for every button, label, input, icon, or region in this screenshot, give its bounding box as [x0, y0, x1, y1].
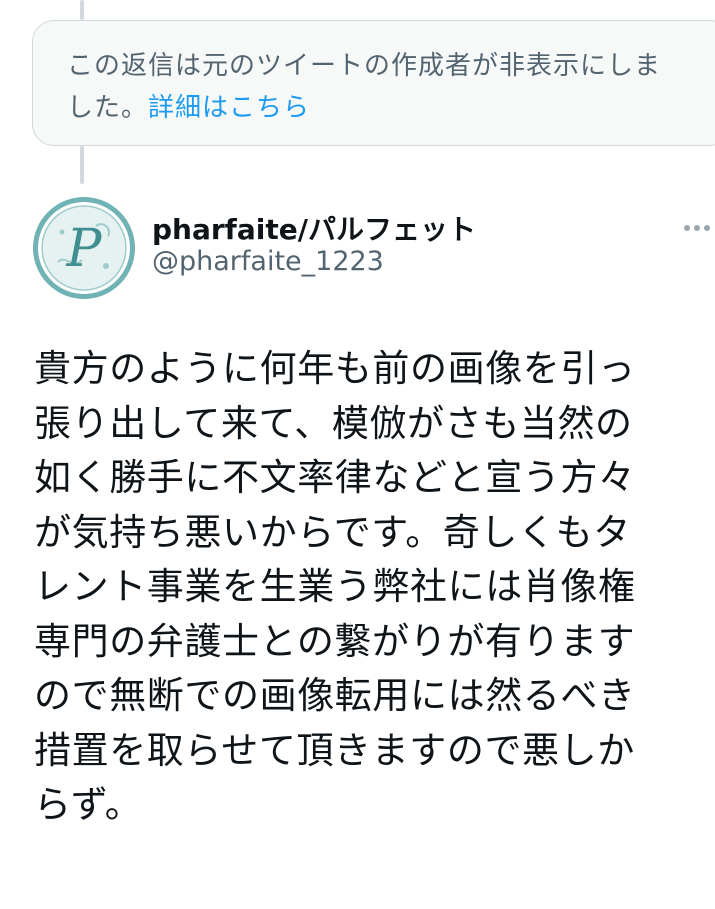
tweet-text-line: 貴方のように何年も前の画像を引っ: [34, 347, 636, 390]
author-handle[interactable]: @pharfaite_1223: [152, 246, 384, 277]
tweet-text-line: らず。: [34, 783, 143, 826]
tweet-text-line: 措置を取らせて頂きますので悪しか: [34, 728, 635, 772]
tweet-text-line: 如く勝手に不文率律などと宣う方々: [34, 456, 636, 499]
thread-connector-line: [80, 146, 84, 184]
tweet-text-line: レント事業を生業う弊社には肖像権: [34, 565, 636, 608]
more-horizontal-icon: [684, 225, 690, 231]
avatar[interactable]: P: [32, 196, 136, 300]
tweet-text-line: ので無断での画像転用には然るべき: [34, 674, 636, 717]
avatar-letter: P: [66, 219, 103, 279]
tweet-text-line: 張り出して来て、模倣がさも当然の: [34, 401, 633, 445]
tweet-text: 貴方のように何年も前の画像を引っ 張り出して来て、模倣がさも当然の 如く勝手に不…: [34, 342, 694, 833]
more-horizontal-icon-dot: [704, 225, 710, 231]
details-link[interactable]: 詳細はこちら: [148, 93, 310, 123]
more-horizontal-icon-dot: [694, 225, 700, 231]
more-options-button[interactable]: [684, 218, 715, 238]
author-display-name[interactable]: pharfaite/パルフェット: [152, 208, 476, 248]
tweet-text-line: 専門の弁護士との繋がりが有ります: [34, 619, 636, 663]
thread-connector-line-top: [80, 0, 84, 20]
hidden-reply-text-line1: この返信は元のツイートの作成者が非表示にしま: [67, 51, 662, 81]
hidden-reply-notice: この返信は元のツイートの作成者が非表示にしま した。詳細はこちら: [32, 20, 715, 146]
tweet-text-line: が気持ち悪いからです。奇しくもタ: [34, 510, 631, 554]
hidden-reply-text-line2: した。: [67, 93, 149, 123]
avatar-logo: P: [33, 197, 135, 299]
